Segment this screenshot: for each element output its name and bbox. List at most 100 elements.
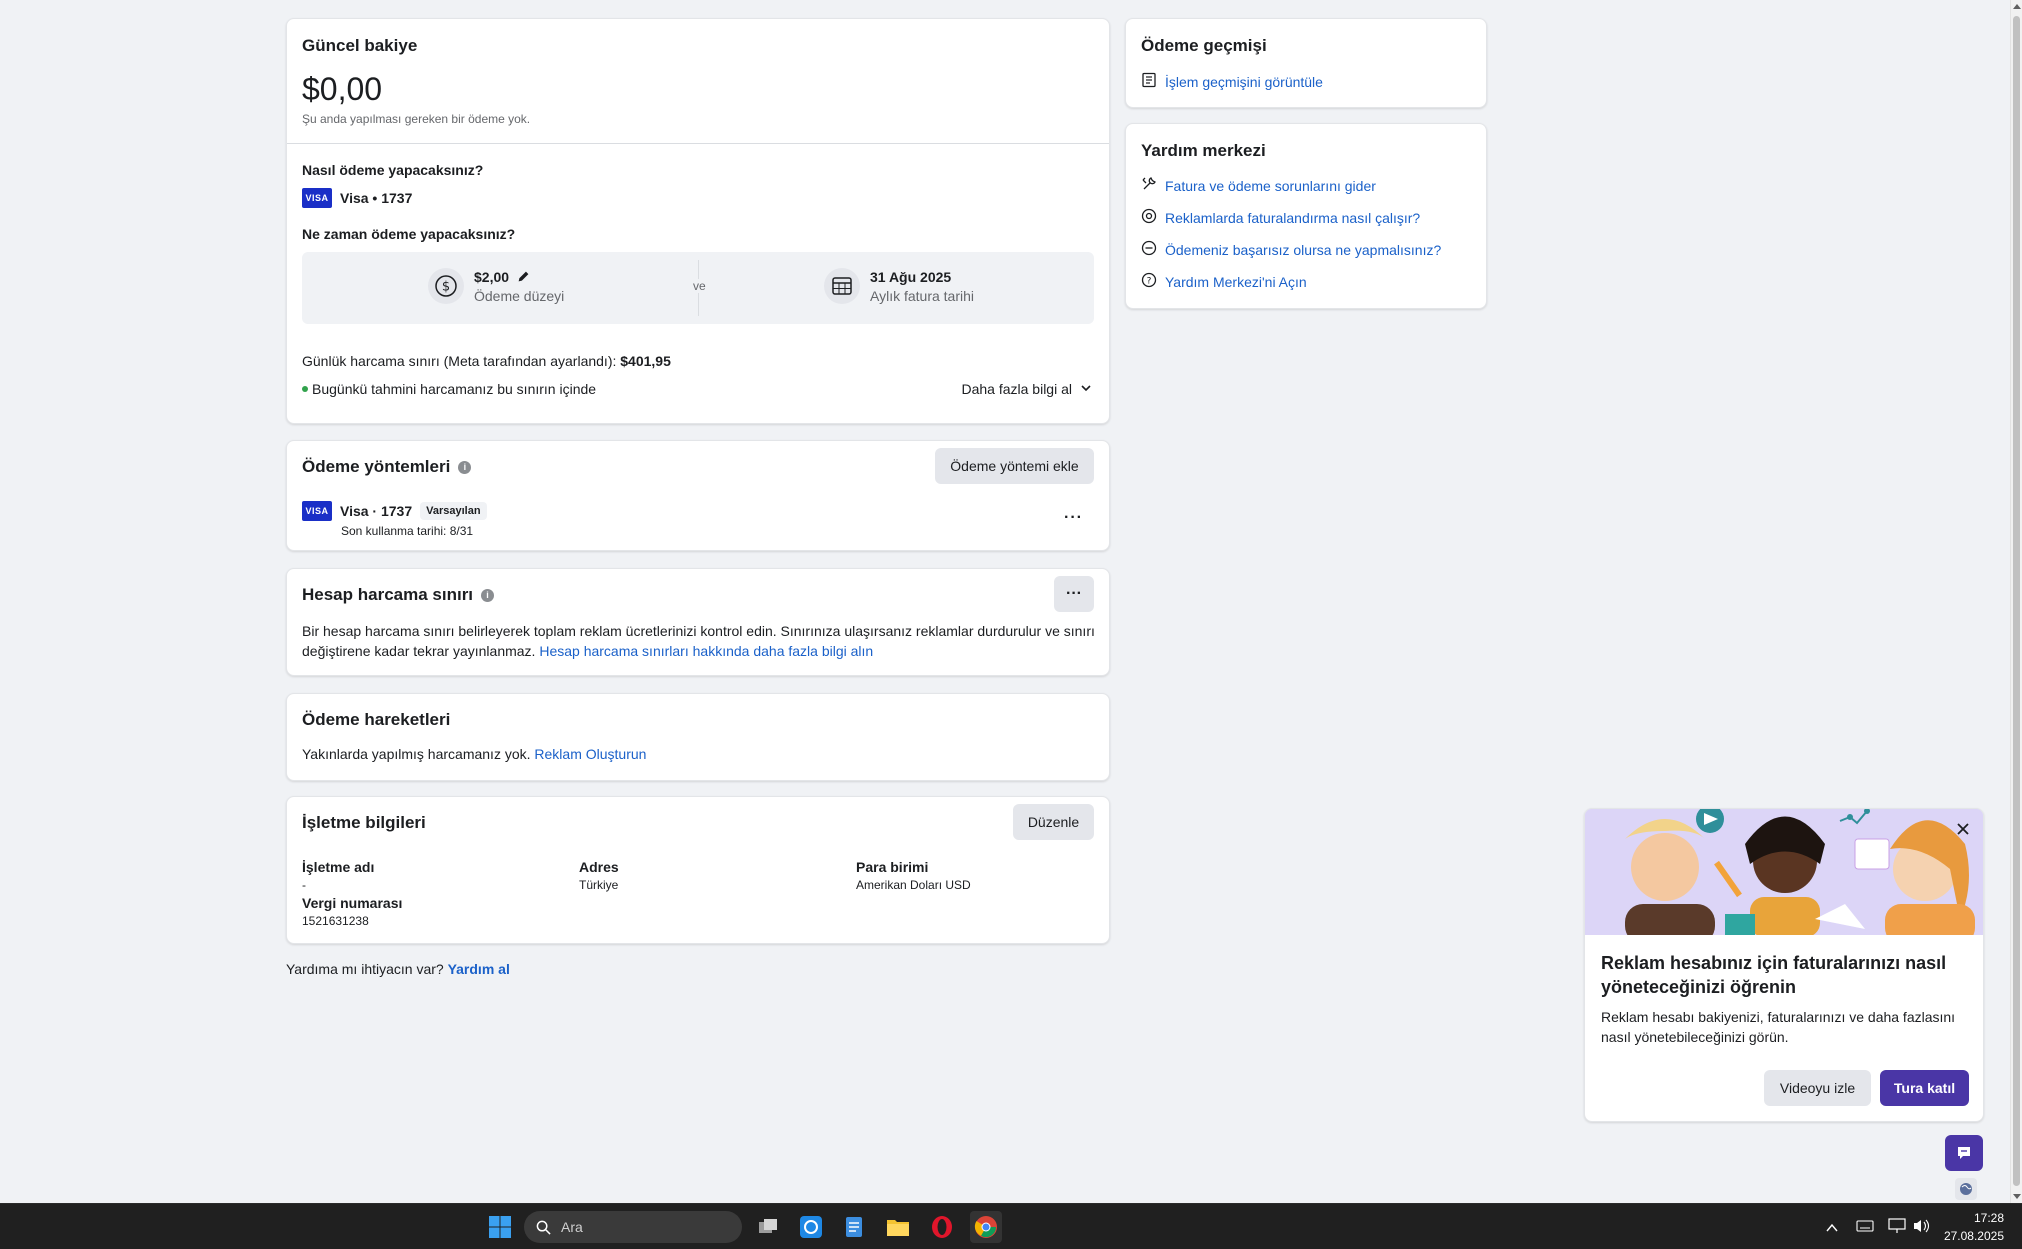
sync-app-icon[interactable]	[795, 1211, 827, 1243]
chevron-down-icon	[1080, 381, 1092, 397]
balance-card: Güncel bakiye $0,00 Şu anda yapılması ge…	[286, 18, 1110, 424]
business-name-value: -	[302, 878, 306, 892]
tour-text: Reklam hesabı bakiyenizi, faturalarınızı…	[1601, 1009, 1956, 1045]
clock-time[interactable]: 17:28	[1960, 1211, 2004, 1225]
clock-date[interactable]: 27.08.2025	[1940, 1229, 2004, 1243]
billing-page: Güncel bakiye $0,00 Şu anda yapılması ge…	[0, 0, 2010, 1203]
currency-label: Para birimi	[856, 859, 929, 875]
business-info-card: İşletme bilgileri Düzenle İşletme adı - …	[286, 796, 1110, 944]
windows-start-icon[interactable]	[484, 1211, 516, 1243]
keyboard-icon[interactable]	[1856, 1219, 1874, 1237]
threshold-value: $2,00	[474, 268, 510, 285]
help-link-label: Reklamlarda faturalandırma nasıl çalışır…	[1165, 209, 1421, 226]
payment-card-row: VISA Visa • 1737	[302, 188, 412, 208]
learn-more-label: Daha fazla bilgi al	[961, 381, 1072, 397]
wrench-icon	[1141, 176, 1157, 195]
spend-status-row: Bugünkü tahmini harcamanız bu sınırın iç…	[302, 381, 596, 397]
currency-value: Amerikan Doları USD	[856, 878, 971, 892]
close-icon[interactable]	[1951, 817, 1975, 841]
billing-threshold-box: $ $2,00 Ödeme düzeyi ve 31 Ağu 2025 Aylı…	[302, 252, 1094, 324]
edit-business-button[interactable]: Düzenle	[1013, 804, 1094, 840]
balance-note: Şu anda yapılması gereken bir ödeme yok.	[302, 112, 531, 126]
watch-video-button[interactable]: Videoyu izle	[1764, 1070, 1871, 1106]
task-view-icon[interactable]	[752, 1211, 784, 1243]
help-link-open-help-center[interactable]: ? Yardım Merkezi'ni Açın	[1141, 272, 1307, 291]
spending-limit-learn-link[interactable]: Hesap harcama sınırları hakkında daha fa…	[539, 643, 873, 659]
daily-limit-value: $401,95	[620, 353, 671, 369]
network-icon[interactable]	[1888, 1218, 1906, 1239]
calendar-icon	[824, 268, 860, 304]
card-label: Visa · 1737	[340, 503, 413, 519]
when-to-pay-title: Ne zaman ödeme yapacaksınız?	[302, 226, 516, 242]
payment-history-card: Ödeme geçmişi İşlem geçmişini görüntüle	[1125, 18, 1487, 108]
business-name-label: İşletme adı	[302, 859, 375, 875]
help-link-label: Yardım Merkezi'ni Açın	[1165, 273, 1307, 290]
help-footer: Yardıma mı ihtiyacın var? Yardım al	[286, 961, 510, 977]
receipt-icon	[1141, 72, 1157, 91]
billing-date-value: 31 Ağu 2025	[870, 268, 952, 285]
daily-limit-text: Günlük harcama sınırı (Meta tarafından a…	[302, 353, 617, 369]
business-info-title: İşletme bilgileri	[302, 813, 426, 832]
take-tour-button[interactable]: Tura katıl	[1880, 1070, 1969, 1106]
page-scrollbar[interactable]	[2010, 0, 2022, 1203]
taskbar: Ara 17:28 27.08.2025	[0, 1203, 2022, 1249]
help-link-troubleshoot[interactable]: Fatura ve ödeme sorunlarını gider	[1141, 176, 1376, 195]
billing-date-label: Aylık fatura tarihi	[870, 287, 975, 304]
minus-circle-icon	[1141, 240, 1157, 259]
chevron-up-icon[interactable]	[1826, 1220, 1838, 1238]
svg-text:$: $	[442, 280, 450, 295]
question-circle-icon: ?	[1141, 272, 1157, 291]
help-link-payment-failed[interactable]: Ödemeniz başarısız olursa ne yapmalısını…	[1141, 240, 1441, 259]
chrome-browser-icon[interactable]	[970, 1211, 1002, 1243]
address-value: Türkiye	[579, 878, 619, 892]
get-help-link[interactable]: Yardım al	[448, 961, 510, 977]
learn-more-toggle[interactable]: Daha fazla bilgi al	[961, 381, 1092, 397]
help-link-billing-works[interactable]: Reklamlarda faturalandırma nasıl çalışır…	[1141, 208, 1420, 227]
how-to-pay-title: Nasıl ödeme yapacaksınız?	[302, 162, 484, 178]
divider	[287, 143, 1109, 144]
and-label: ve	[691, 279, 708, 293]
daily-limit-row: Günlük harcama sınırı (Meta tarafından a…	[302, 353, 671, 369]
help-link-label: Fatura ve ödeme sorunlarını gider	[1165, 177, 1376, 194]
volume-icon[interactable]	[1912, 1218, 1930, 1239]
payment-methods-header: Ödeme yöntemleri i	[302, 457, 472, 477]
default-badge: Varsayılan	[420, 502, 487, 520]
file-explorer-icon[interactable]	[882, 1211, 914, 1243]
edit-pencil-icon[interactable]	[517, 270, 530, 283]
threshold-label: Ödeme düzeyi	[474, 287, 565, 304]
notepad-icon[interactable]	[838, 1211, 870, 1243]
dollar-circle-icon: $	[428, 268, 464, 304]
settings-circle-icon	[1141, 208, 1157, 227]
chat-bubble-button[interactable]	[1945, 1135, 1983, 1171]
payment-activity-card: Ödeme hareketleri Yakınlarda yapılmış ha…	[286, 693, 1110, 781]
payment-method-row: VISA Visa · 1737 Varsayılan Son kullanma…	[302, 501, 487, 538]
tax-number-label: Vergi numarası	[302, 895, 403, 911]
transaction-history-link[interactable]: İşlem geçmişini görüntüle	[1141, 72, 1323, 91]
opera-browser-icon[interactable]	[926, 1211, 958, 1243]
add-payment-method-button[interactable]: Ödeme yöntemi ekle	[935, 448, 1094, 484]
globe-icon[interactable]	[1955, 1178, 1977, 1200]
taskbar-search[interactable]: Ara	[524, 1211, 742, 1243]
scroll-up-icon[interactable]	[2013, 4, 2021, 9]
info-icon[interactable]: i	[481, 588, 495, 602]
more-options-icon[interactable]: ···	[1064, 509, 1083, 527]
payment-activity-text: Yakınlarda yapılmış harcamanız yok.	[302, 746, 531, 762]
more-options-button[interactable]: ···	[1054, 576, 1094, 612]
payment-methods-title: Ödeme yöntemleri	[302, 457, 451, 476]
card-label: Visa • 1737	[340, 190, 413, 206]
info-icon[interactable]: i	[458, 460, 472, 474]
help-question: Yardıma mı ihtiyacın var?	[286, 961, 444, 977]
help-center-title: Yardım merkezi	[1141, 141, 1266, 160]
scroll-thumb[interactable]	[2013, 16, 2020, 1186]
status-dot-icon	[302, 386, 308, 392]
balance-amount: $0,00	[302, 71, 383, 107]
scroll-down-icon[interactable]	[2013, 1194, 2021, 1199]
payment-activity-row: Yakınlarda yapılmış harcamanız yok. Rekl…	[302, 746, 646, 762]
create-ad-link[interactable]: Reklam Oluşturun	[534, 746, 646, 762]
spending-limit-card: Hesap harcama sınırı i ··· Bir hesap har…	[286, 568, 1110, 676]
search-placeholder: Ara	[561, 1219, 583, 1235]
payment-activity-title: Ödeme hareketleri	[302, 710, 451, 729]
visa-logo-icon: VISA	[302, 501, 332, 521]
chat-icon	[1958, 1147, 1970, 1159]
transaction-history-label: İşlem geçmişini görüntüle	[1165, 73, 1323, 90]
